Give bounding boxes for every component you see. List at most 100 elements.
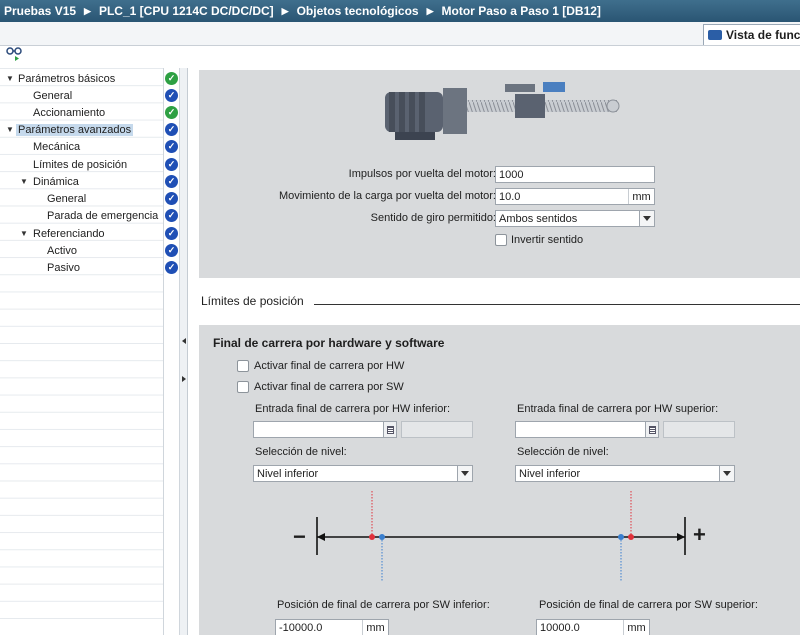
tree-item-label: General bbox=[47, 192, 87, 205]
tree-item-parametros-basicos[interactable]: ▼ Parámetros básicos ✓ bbox=[0, 70, 180, 87]
chevron-down-icon[interactable]: ▼ bbox=[6, 74, 14, 83]
direction-label: Sentido de giro permitido: bbox=[370, 212, 496, 224]
sw-upper-unit: mm bbox=[623, 620, 649, 635]
tree-item-general[interactable]: General ✓ bbox=[0, 87, 180, 104]
load-input[interactable]: 10.0 mm bbox=[495, 188, 655, 205]
check-icon: ✓ bbox=[165, 261, 178, 274]
tree-item-label: Referenciando bbox=[33, 227, 105, 240]
direction-select[interactable]: Ambos sentidos bbox=[495, 210, 655, 227]
chevron-right-icon: ▶ bbox=[426, 5, 434, 16]
chevron-down-icon[interactable]: ▼ bbox=[20, 229, 28, 238]
level-left-value: Nivel inferior bbox=[257, 467, 319, 480]
chevron-right-icon: ▶ bbox=[281, 5, 289, 16]
load-label: Movimiento de la carga por vuelta del mo… bbox=[278, 190, 496, 202]
chevron-down-icon[interactable] bbox=[719, 466, 734, 481]
check-icon: ✓ bbox=[165, 158, 178, 171]
tree-item-parametros-avanzados[interactable]: ▼ Parámetros avanzados ✓ bbox=[0, 121, 180, 138]
level-right-select[interactable]: Nivel inferior bbox=[515, 465, 735, 482]
chevron-down-icon[interactable] bbox=[639, 211, 654, 226]
position-limits-panel: Final de carrera por hardware y software… bbox=[199, 325, 800, 635]
hw-upper-input[interactable] bbox=[515, 421, 659, 438]
tree-item-activo[interactable]: Activo ✓ bbox=[0, 242, 180, 259]
tree-item-mecanica[interactable]: Mecánica ✓ bbox=[0, 138, 180, 155]
check-icon: ✓ bbox=[165, 123, 178, 136]
pulses-label: Impulsos por vuelta del motor: bbox=[348, 168, 496, 180]
level-left-select[interactable]: Nivel inferior bbox=[253, 465, 473, 482]
chevron-right-icon: ▶ bbox=[84, 5, 91, 16]
sw-lower-value: -10000.0 bbox=[279, 621, 323, 634]
check-icon: ✓ bbox=[165, 72, 178, 85]
hw-limit-checkbox[interactable] bbox=[237, 360, 249, 372]
glasses-icon[interactable] bbox=[6, 47, 22, 61]
invert-direction-checkbox[interactable] bbox=[495, 234, 507, 246]
tree-item-label: Parada de emergencia bbox=[47, 209, 159, 222]
pulses-value: 1000 bbox=[499, 168, 524, 181]
tab-functional-view[interactable]: Vista de func bbox=[703, 24, 800, 45]
browse-icon[interactable] bbox=[383, 422, 396, 437]
sw-lower-unit: mm bbox=[362, 620, 388, 635]
sw-lower-input[interactable]: -10000.0 mm bbox=[275, 619, 389, 635]
check-icon: ✓ bbox=[165, 209, 178, 222]
minus-icon: − bbox=[293, 524, 306, 549]
motor-screw-illustration bbox=[385, 82, 620, 140]
tree-splitter[interactable] bbox=[180, 68, 188, 635]
level-right-label: Selección de nivel: bbox=[517, 446, 609, 458]
tree-item-label: Parámetros avanzados bbox=[16, 123, 134, 136]
sw-limit-label: Activar final de carrera por SW bbox=[254, 381, 404, 393]
check-icon: ✓ bbox=[165, 140, 178, 153]
expand-right-icon[interactable] bbox=[182, 376, 186, 382]
sw-limit-checkbox[interactable] bbox=[237, 381, 249, 393]
tree-item-pasivo[interactable]: Pasivo ✓ bbox=[0, 259, 180, 276]
check-icon: ✓ bbox=[165, 106, 178, 119]
browse-icon[interactable] bbox=[645, 422, 658, 437]
hw-lower-address bbox=[401, 421, 473, 438]
tab-functional-view-label: Vista de func bbox=[726, 28, 800, 42]
load-unit: mm bbox=[628, 189, 654, 204]
content-area: Impulsos por vuelta del motor: 1000 Movi… bbox=[190, 68, 800, 635]
tree-item-label: Parámetros básicos bbox=[18, 72, 116, 85]
check-icon: ✓ bbox=[165, 89, 178, 102]
sw-upper-label: Posición de final de carrera por SW supe… bbox=[539, 599, 758, 611]
section-divider bbox=[314, 304, 800, 305]
load-value: 10.0 bbox=[499, 190, 521, 203]
tree-item-label: Accionamiento bbox=[33, 106, 106, 119]
hw-upper-input-label: Entrada final de carrera por HW superior… bbox=[517, 403, 719, 415]
check-icon: ✓ bbox=[165, 244, 178, 257]
chevron-down-icon[interactable]: ▼ bbox=[20, 177, 28, 186]
tree-item-dinamica-general[interactable]: General ✓ bbox=[0, 190, 180, 207]
tree-item-label: General bbox=[33, 89, 73, 102]
hw-upper-address bbox=[663, 421, 735, 438]
hw-limit-label: Activar final de carrera por HW bbox=[254, 360, 405, 372]
tree-item-label: Mecánica bbox=[33, 140, 81, 153]
tree-item-accionamiento[interactable]: Accionamiento ✓ bbox=[0, 104, 180, 121]
mechanics-panel: Impulsos por vuelta del motor: 1000 Movi… bbox=[199, 70, 800, 278]
breadcrumb-item[interactable]: PLC_1 [CPU 1214C DC/DC/DC] bbox=[99, 4, 274, 18]
tree-item-label: Pasivo bbox=[47, 261, 81, 274]
tree-item-dinamica[interactable]: ▼ Dinámica ✓ bbox=[0, 173, 180, 190]
tree-item-parada-de-emergencia[interactable]: Parada de emergencia ✓ bbox=[0, 207, 180, 224]
hw-lower-input[interactable] bbox=[253, 421, 397, 438]
tree-item-referenciando[interactable]: ▼ Referenciando ✓ bbox=[0, 225, 180, 242]
invert-direction-label: Invertir sentido bbox=[511, 234, 584, 246]
level-right-value: Nivel inferior bbox=[519, 467, 581, 480]
breadcrumb-item[interactable]: Objetos tecnológicos bbox=[297, 4, 419, 18]
collapse-left-icon[interactable] bbox=[182, 338, 186, 344]
chevron-down-icon[interactable] bbox=[457, 466, 472, 481]
check-icon: ✓ bbox=[165, 175, 178, 188]
functional-view-icon bbox=[708, 30, 722, 40]
hw-lower-input-label: Entrada final de carrera por HW inferior… bbox=[255, 403, 451, 415]
limits-box-title: Final de carrera por hardware y software bbox=[213, 336, 445, 350]
breadcrumb-item[interactable]: Pruebas V15 bbox=[4, 4, 76, 18]
tree-item-limites-de-posicion[interactable]: Límites de posición ✓ bbox=[0, 156, 180, 173]
tree-item-label: Activo bbox=[47, 244, 77, 257]
sw-upper-value: 10000.0 bbox=[540, 621, 580, 634]
pulses-input[interactable]: 1000 bbox=[495, 166, 655, 183]
limit-axis-diagram bbox=[316, 491, 686, 581]
breadcrumb-item[interactable]: Motor Paso a Paso 1 [DB12] bbox=[442, 4, 601, 18]
sw-lower-label: Posición de final de carrera por SW infe… bbox=[277, 599, 490, 611]
sw-upper-input[interactable]: 10000.0 mm bbox=[536, 619, 650, 635]
tree-item-label: Dinámica bbox=[33, 175, 79, 188]
section-header-position-limits: Límites de posición bbox=[201, 294, 304, 308]
toolbar bbox=[0, 22, 800, 46]
chevron-down-icon[interactable]: ▼ bbox=[6, 125, 14, 134]
